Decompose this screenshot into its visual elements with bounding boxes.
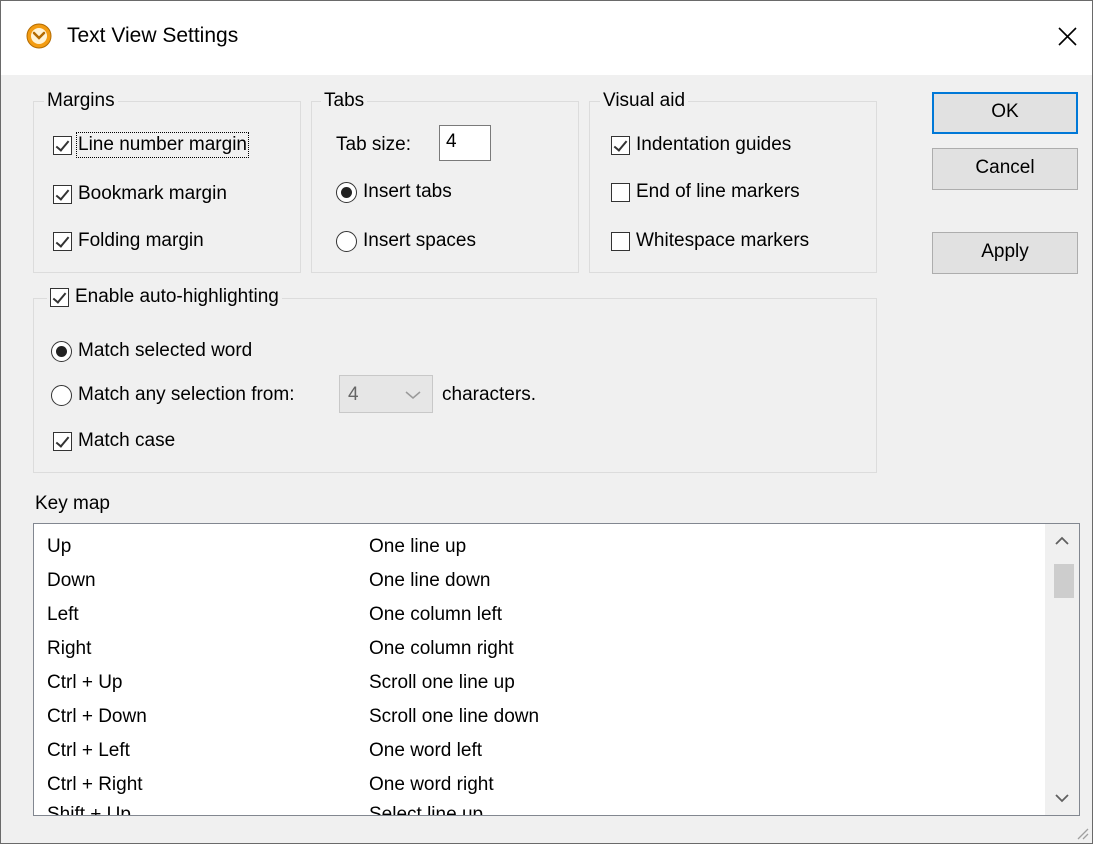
title-bar: Text View Settings — [1, 1, 1092, 75]
checkbox-box — [53, 184, 72, 204]
list-item[interactable]: Ctrl + Up Scroll one line up — [34, 672, 1044, 706]
key-map-scrollbar[interactable] — [1045, 524, 1079, 815]
dialog-title: Text View Settings — [67, 24, 239, 47]
checkbox-box — [53, 431, 72, 451]
radio-button — [336, 181, 357, 203]
key-cell: Up — [47, 536, 72, 557]
whitespace-markers-label: Whitespace markers — [636, 230, 810, 251]
min-characters-select[interactable]: 4 — [339, 375, 433, 413]
action-cell: One column right — [369, 638, 514, 659]
list-item[interactable]: Ctrl + Left One word left — [34, 740, 1044, 774]
insert-spaces-radio[interactable]: Insert spaces — [336, 230, 476, 252]
scroll-thumb[interactable] — [1054, 564, 1074, 598]
action-cell: Scroll one line down — [369, 706, 540, 727]
scroll-down-arrow-icon[interactable] — [1045, 781, 1079, 815]
apply-button[interactable]: Apply — [932, 232, 1078, 274]
checkbox-box — [611, 135, 630, 155]
action-cell: Select line up — [369, 804, 484, 816]
key-cell: Ctrl + Up — [47, 672, 123, 693]
min-characters-value: 4 — [348, 384, 359, 405]
list-item[interactable]: Right One column right — [34, 638, 1044, 672]
whitespace-markers-checkbox[interactable]: Whitespace markers — [611, 230, 809, 252]
close-icon — [1058, 27, 1077, 46]
tab-size-row: Tab size: — [336, 134, 411, 156]
action-cell: One word right — [369, 774, 494, 795]
resize-grip-icon[interactable] — [1072, 823, 1090, 841]
list-item[interactable]: Ctrl + Down Scroll one line down — [34, 706, 1044, 740]
checkbox-box — [611, 231, 630, 251]
key-cell: Down — [47, 570, 96, 591]
line-number-margin-label: Line number margin — [76, 132, 249, 158]
action-cell: One column left — [369, 604, 503, 625]
key-cell: Ctrl + Down — [47, 706, 147, 727]
scroll-up-arrow-icon[interactable] — [1045, 524, 1079, 558]
bookmark-margin-checkbox[interactable]: Bookmark margin — [53, 183, 227, 205]
indentation-guides-label: Indentation guides — [636, 134, 792, 155]
cancel-button[interactable]: Cancel — [932, 148, 1078, 190]
checkbox-box — [53, 231, 72, 251]
key-cell: Ctrl + Left — [47, 740, 130, 761]
action-cell: One word left — [369, 740, 482, 761]
folding-margin-label: Folding margin — [78, 230, 204, 251]
list-item[interactable]: Left One column left — [34, 604, 1044, 638]
match-case-label: Match case — [78, 430, 176, 451]
indentation-guides-checkbox[interactable]: Indentation guides — [611, 134, 791, 156]
insert-spaces-label: Insert spaces — [363, 230, 476, 251]
list-item[interactable]: Up One line up — [34, 536, 1044, 570]
key-map-label-row: Key map — [35, 493, 110, 515]
enable-auto-highlighting-checkbox[interactable]: Enable auto-highlighting — [47, 286, 282, 308]
key-map-label: Key map — [35, 493, 110, 514]
folding-margin-checkbox[interactable]: Folding margin — [53, 230, 204, 252]
action-cell: One line up — [369, 536, 467, 557]
key-cell: Right — [47, 638, 92, 659]
tab-size-input[interactable]: 4 — [439, 125, 491, 161]
characters-label-row: characters. — [442, 384, 536, 406]
text-view-settings-dialog: Text View Settings Margins Line number m… — [0, 0, 1093, 844]
end-of-line-markers-checkbox[interactable]: End of line markers — [611, 181, 800, 203]
visual-aid-legend: Visual aid — [600, 90, 689, 112]
radio-button — [336, 230, 357, 252]
checkbox-box — [611, 182, 630, 202]
app-logo-icon — [26, 23, 52, 49]
tab-size-label: Tab size: — [336, 134, 411, 155]
insert-tabs-radio[interactable]: Insert tabs — [336, 181, 452, 203]
key-cell: Shift + Up — [47, 804, 131, 816]
enable-auto-highlighting-label: Enable auto-highlighting — [75, 286, 279, 307]
close-button[interactable] — [1045, 15, 1089, 59]
checkbox-box — [53, 135, 72, 155]
characters-label: characters. — [442, 384, 536, 405]
chevron-down-icon — [405, 391, 421, 399]
key-cell: Left — [47, 604, 79, 625]
match-any-selection-label: Match any selection from: — [78, 384, 295, 405]
key-cell: Ctrl + Right — [47, 774, 143, 795]
radio-button — [51, 384, 72, 406]
insert-tabs-label: Insert tabs — [363, 181, 452, 202]
key-map-list[interactable]: Up One line up Down One line down Left O… — [33, 523, 1080, 816]
match-any-selection-radio[interactable]: Match any selection from: — [51, 384, 294, 406]
line-number-margin-checkbox[interactable]: Line number margin — [53, 132, 249, 158]
radio-button — [51, 340, 72, 362]
bookmark-margin-label: Bookmark margin — [78, 183, 227, 204]
match-case-checkbox[interactable]: Match case — [53, 430, 175, 452]
list-item[interactable]: Down One line down — [34, 570, 1044, 604]
action-cell: One line down — [369, 570, 491, 591]
tabs-legend: Tabs — [321, 90, 368, 112]
margins-legend: Margins — [44, 90, 118, 112]
ok-button[interactable]: OK — [932, 92, 1078, 134]
match-selected-word-radio[interactable]: Match selected word — [51, 340, 252, 362]
list-item[interactable]: Ctrl + Right One word right — [34, 774, 1044, 808]
list-item[interactable]: Shift + Up Select line up — [34, 804, 1044, 816]
end-of-line-markers-label: End of line markers — [636, 181, 800, 202]
action-cell: Scroll one line up — [369, 672, 515, 693]
match-selected-word-label: Match selected word — [78, 340, 253, 361]
checkbox-box — [50, 287, 69, 307]
